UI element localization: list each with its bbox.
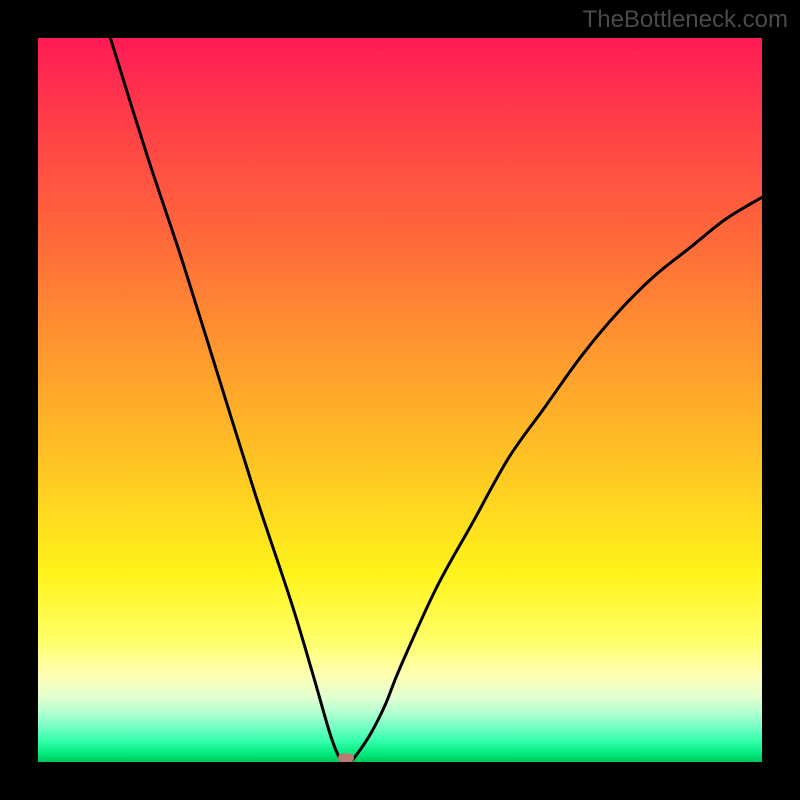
plot-area (38, 38, 762, 762)
curve-path (110, 38, 762, 762)
minimum-marker (338, 754, 354, 762)
watermark-text: TheBottleneck.com (583, 6, 788, 34)
chart-frame: TheBottleneck.com (0, 0, 800, 800)
bottleneck-curve (38, 38, 762, 762)
